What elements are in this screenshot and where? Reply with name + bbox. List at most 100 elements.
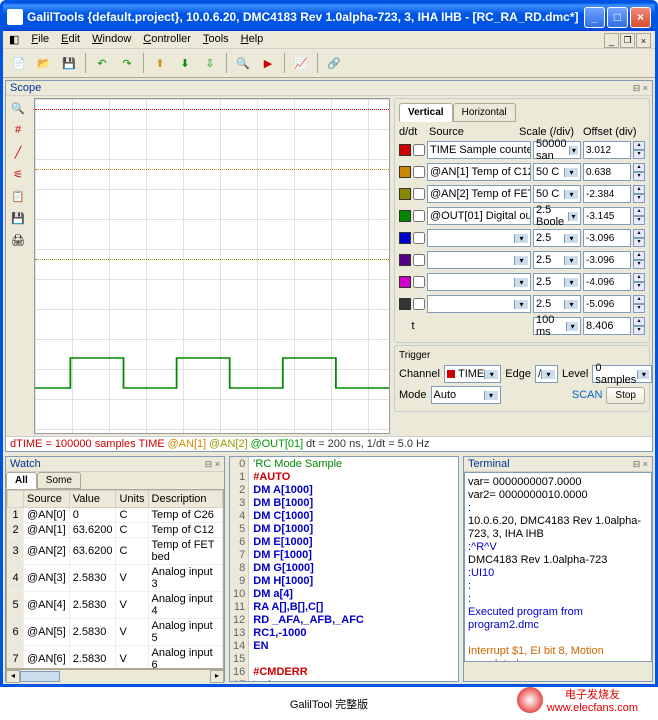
- trace-ddt-checkbox[interactable]: [413, 166, 425, 178]
- scope-panel-pin[interactable]: ⊟ ×: [633, 83, 648, 94]
- cursor2-tool-icon[interactable]: ⚟: [8, 164, 28, 184]
- snapshot-tool-icon[interactable]: 📋: [8, 186, 28, 206]
- trace-source-select[interactable]: ▾: [427, 229, 531, 247]
- menu-controller[interactable]: Controller: [143, 33, 191, 46]
- code-editor[interactable]: 01234567891011121314151617181920 'RC Mod…: [229, 456, 459, 682]
- trace-offset-input[interactable]: -3.096: [583, 251, 631, 269]
- mode-select[interactable]: Auto▾: [431, 386, 501, 404]
- table-row[interactable]: 2@AN[1]63.6200CTemp of C12: [8, 523, 223, 538]
- print-plot-icon[interactable]: 🖨: [8, 230, 28, 250]
- table-row[interactable]: 1@AN[0]0CTemp of C26: [8, 508, 223, 523]
- stop-button[interactable]: Stop: [606, 387, 645, 404]
- trace-color-swatch[interactable]: [399, 232, 411, 244]
- zoom-tool-icon[interactable]: 🔍: [8, 98, 28, 118]
- trace-color-swatch[interactable]: [399, 298, 411, 310]
- mdi-restore[interactable]: ❐: [620, 33, 635, 48]
- scope-plot[interactable]: [34, 98, 390, 434]
- watch-table[interactable]: Source Value Units Description 1@AN[0]0C…: [6, 489, 224, 669]
- download2-button[interactable]: ⇩: [199, 52, 221, 74]
- trace-color-swatch[interactable]: [399, 276, 411, 288]
- upload-button[interactable]: ⬆: [149, 52, 171, 74]
- trace-color-swatch[interactable]: [399, 166, 411, 178]
- connect-button[interactable]: 🔗: [323, 52, 345, 74]
- trace-source-select[interactable]: ▾: [427, 251, 531, 269]
- trace-offset-spinner[interactable]: ▴▾: [633, 163, 645, 181]
- table-row[interactable]: 3@AN[2]63.6200CTemp of FET bed: [8, 538, 223, 565]
- channel-select[interactable]: TIME▾: [444, 365, 501, 383]
- tab-some[interactable]: Some: [37, 472, 81, 489]
- maximize-button[interactable]: □: [607, 7, 628, 28]
- trace-offset-spinner[interactable]: ▴▾: [633, 251, 645, 269]
- edge-select[interactable]: /▾: [535, 365, 558, 383]
- new-button[interactable]: 📄: [8, 52, 30, 74]
- trace-ddt-checkbox[interactable]: [413, 254, 425, 266]
- terminal-panel-pin[interactable]: ⊟ ×: [633, 459, 648, 470]
- zoom-button[interactable]: 🔍: [232, 52, 254, 74]
- undo-button[interactable]: ↶: [91, 52, 113, 74]
- mdi-close[interactable]: ×: [636, 33, 651, 48]
- trace-ddt-checkbox[interactable]: [413, 188, 425, 200]
- chart-button[interactable]: 📈: [290, 52, 312, 74]
- menu-window[interactable]: Window: [92, 33, 131, 46]
- trace-scale-input[interactable]: 2.5▾: [533, 229, 581, 247]
- table-row[interactable]: 6@AN[5]2.5830VAnalog input 5: [8, 619, 223, 646]
- trace-color-swatch[interactable]: [399, 210, 411, 222]
- open-button[interactable]: 📂: [33, 52, 55, 74]
- save-plot-icon[interactable]: 💾: [8, 208, 28, 228]
- trace-source-select[interactable]: TIME Sample counter▾: [427, 141, 531, 159]
- trace-scale-input[interactable]: 2.5▾: [533, 295, 581, 313]
- trace-offset-spinner[interactable]: ▴▾: [633, 295, 645, 313]
- trace-scale-input[interactable]: 2.5 Boole▾: [533, 207, 581, 225]
- trace-scale-input[interactable]: 50 C▾: [533, 185, 581, 203]
- trace-offset-spinner[interactable]: ▴▾: [633, 207, 645, 225]
- trace-offset-input[interactable]: -2.384: [583, 185, 631, 203]
- minimize-button[interactable]: _: [584, 7, 605, 28]
- redo-button[interactable]: ↷: [116, 52, 138, 74]
- trace-scale-input[interactable]: 2.5▾: [533, 273, 581, 291]
- app-menu-icon[interactable]: ◧: [9, 33, 19, 46]
- trace-source-select[interactable]: @AN[2] Temp of FET▾: [427, 185, 531, 203]
- trace-ddt-checkbox[interactable]: [413, 210, 425, 222]
- trace-scale-input[interactable]: 50 C▾: [533, 163, 581, 181]
- trace-offset-input[interactable]: 3.012: [583, 141, 631, 159]
- tab-vertical[interactable]: Vertical: [399, 103, 453, 122]
- time-scale-input[interactable]: 100 ms▾: [533, 317, 581, 335]
- tab-horizontal[interactable]: Horizontal: [453, 103, 516, 122]
- menu-tools[interactable]: Tools: [203, 33, 229, 46]
- save-button[interactable]: 💾: [58, 52, 80, 74]
- trace-offset-spinner[interactable]: ▴▾: [633, 273, 645, 291]
- menu-help[interactable]: Help: [241, 33, 264, 46]
- trace-color-swatch[interactable]: [399, 144, 411, 156]
- mdi-minimize[interactable]: _: [604, 33, 619, 48]
- menu-file[interactable]: File: [31, 33, 49, 46]
- level-select[interactable]: 0 samples▾: [592, 365, 652, 383]
- trace-ddt-checkbox[interactable]: [413, 144, 425, 156]
- trace-scale-input[interactable]: 50000 san▾: [533, 141, 581, 159]
- terminal-output[interactable]: var= 0000000007.0000var2= 0000000010.000…: [464, 472, 652, 662]
- table-row[interactable]: 5@AN[4]2.5830VAnalog input 4: [8, 592, 223, 619]
- time-offset-spinner[interactable]: ▴▾: [633, 317, 645, 335]
- trace-ddt-checkbox[interactable]: [413, 298, 425, 310]
- trace-color-swatch[interactable]: [399, 188, 411, 200]
- trace-offset-input[interactable]: -4.096: [583, 273, 631, 291]
- trace-offset-spinner[interactable]: ▴▾: [633, 141, 645, 159]
- trace-source-select[interactable]: ▾: [427, 295, 531, 313]
- trace-offset-input[interactable]: -3.145: [583, 207, 631, 225]
- run-button[interactable]: ▶: [257, 52, 279, 74]
- table-row[interactable]: 7@AN[6]2.5830VAnalog input 6: [8, 646, 223, 670]
- trace-offset-spinner[interactable]: ▴▾: [633, 185, 645, 203]
- tab-all[interactable]: All: [6, 472, 37, 489]
- trace-source-select[interactable]: ▾: [427, 273, 531, 291]
- trace-ddt-checkbox[interactable]: [413, 276, 425, 288]
- trace-offset-input[interactable]: -3.096: [583, 229, 631, 247]
- watch-scrollbar[interactable]: ◂ ▸: [6, 669, 224, 683]
- trace-offset-input[interactable]: 0.638: [583, 163, 631, 181]
- menu-edit[interactable]: Edit: [61, 33, 80, 46]
- watch-panel-pin[interactable]: ⊟ ×: [205, 459, 220, 470]
- trace-offset-spinner[interactable]: ▴▾: [633, 229, 645, 247]
- trace-offset-input[interactable]: -5.096: [583, 295, 631, 313]
- trace-source-select[interactable]: @AN[1] Temp of C12▾: [427, 163, 531, 181]
- trace-scale-input[interactable]: 2.5▾: [533, 251, 581, 269]
- grid-tool-icon[interactable]: #: [8, 120, 28, 140]
- trace-ddt-checkbox[interactable]: [413, 232, 425, 244]
